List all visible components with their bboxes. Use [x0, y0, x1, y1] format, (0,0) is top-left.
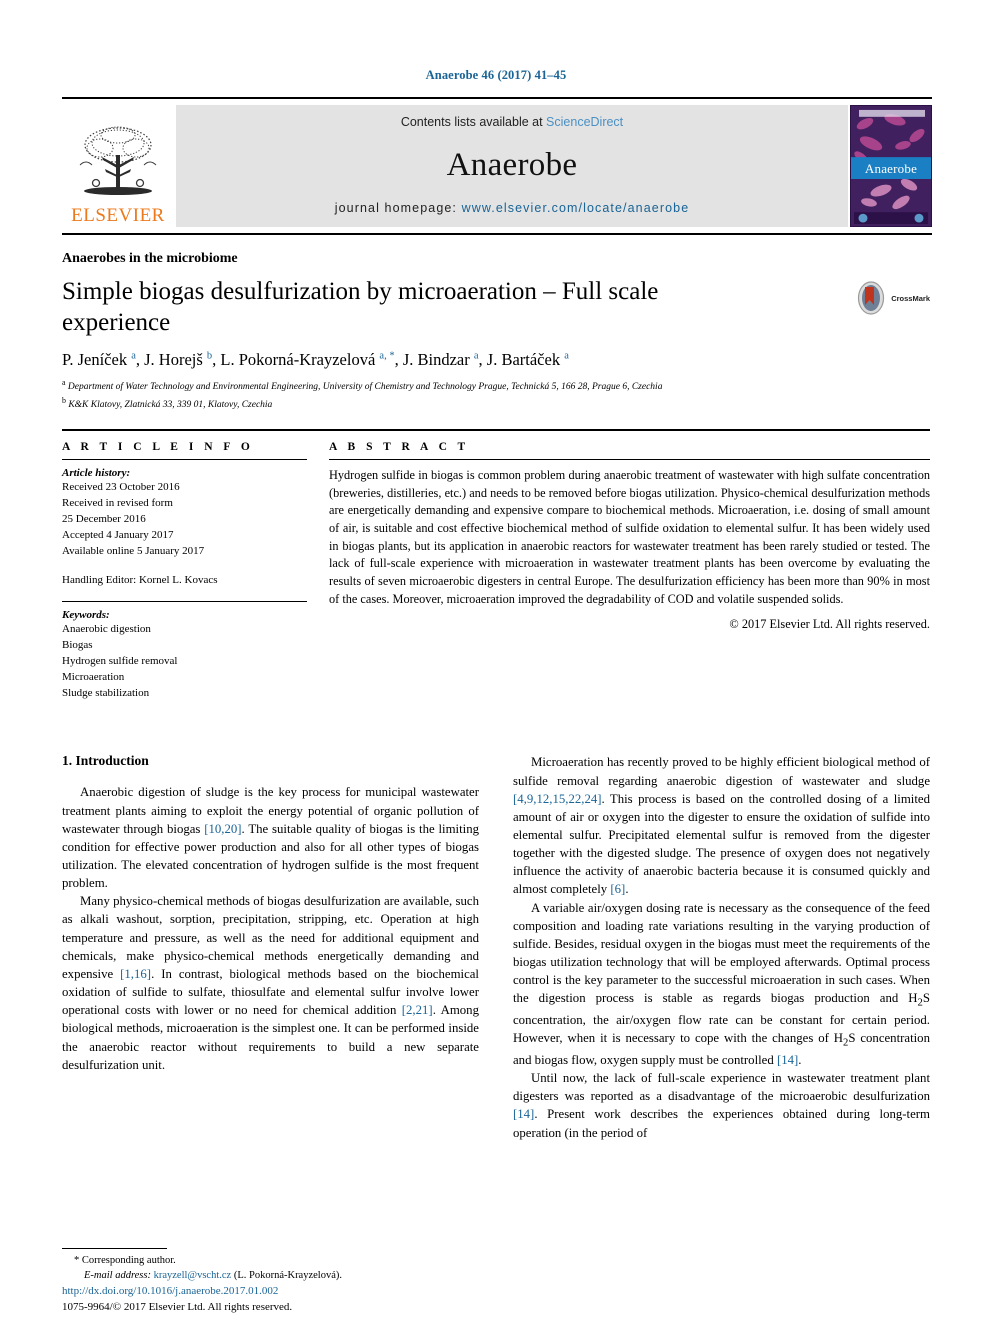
body-right-column: Microaeration has recently proved to be …: [513, 753, 930, 1141]
right-column-paragraphs: Microaeration has recently proved to be …: [513, 753, 930, 1141]
running-head: Anaerobe 46 (2017) 41–45: [425, 68, 567, 82]
corresponding-author-text: Corresponding author.: [81, 1254, 176, 1266]
crossmark-icon: [858, 281, 885, 315]
body-paragraph: Anaerobic digestion of sludge is the key…: [62, 785, 480, 891]
affiliation-a-text: Department of Water Technology and Envir…: [67, 382, 663, 393]
body-paragraph: Many physico-chemical methods of biogas …: [62, 894, 479, 1072]
cover-journal-title: Anaerobe: [864, 160, 918, 176]
email-label: E-mail address:: [84, 1269, 151, 1281]
author-list: P. Jeníček a, J. Horejš b, L. Pokorná-Kr…: [62, 350, 569, 369]
elsevier-tree-icon: [79, 126, 157, 195]
elsevier-wordmark: ELSEVIER: [71, 205, 165, 226]
body-columns: 1. Introduction Anaerobic digestion of s…: [62, 753, 930, 1141]
email-line: E-mail address: krayzell@vscht.cz (L. Po…: [62, 1268, 462, 1283]
keyword-item: Biogas: [62, 639, 93, 652]
keyword-item: Microaeration: [62, 671, 125, 684]
cover-title-band: Anaerobe: [851, 158, 931, 180]
article-history-label: Article history:: [62, 466, 131, 479]
article-history-line: 25 December 2016: [62, 512, 146, 525]
article-history-line: Received 23 October 2016: [62, 480, 180, 493]
abstract-text: Hydrogen sulfide in biogas is common pro…: [329, 467, 930, 606]
journal-title: Anaerobe: [446, 146, 578, 183]
keyword-item: Hydrogen sulfide removal: [62, 655, 178, 668]
crossmark-badge[interactable]: CrossMark: [854, 281, 930, 315]
contents-available-line: Contents lists available at ScienceDirec…: [401, 115, 623, 129]
keywords-list: Anaerobic digestion Biogas Hydrogen sulfid…: [62, 621, 307, 701]
footnote-block: * Corresponding author. E-mail address: …: [62, 1247, 462, 1283]
page-title: Simple biogas desulfurization by microae…: [62, 278, 659, 336]
journal-cover-thumbnail: Anaerobe: [850, 105, 932, 227]
article-info-rule: [62, 458, 307, 460]
article-history-line: Received in revised form: [62, 496, 173, 509]
article-section-kicker: Anaerobes in the microbiome: [62, 251, 238, 266]
issn-copyright-line: 1075-9964/© 2017 Elsevier Ltd. All right…: [62, 1301, 293, 1313]
email-link[interactable]: krayzell@vscht.cz: [154, 1270, 232, 1281]
article-history-list: Received 23 October 2016 Received in revi…: [62, 479, 307, 559]
corresponding-marker: *: [74, 1254, 80, 1266]
article-info-column: A R T I C L E I N F O Article history: R…: [62, 441, 307, 702]
doi-link[interactable]: http://dx.doi.org/10.1016/j.anaerobe.201…: [62, 1285, 482, 1297]
article-info-heading: A R T I C L E I N F O: [62, 440, 254, 453]
corresponding-author-line: * Corresponding author.: [62, 1253, 462, 1268]
journal-homepage-link[interactable]: www.elsevier.com/locate/anaerobe: [462, 201, 690, 215]
handling-editor: Handling Editor: Kornel L. Kovacs: [62, 574, 218, 587]
body-paragraph: Until now, the lack of full-scale experi…: [513, 1071, 930, 1140]
paper-page: Anaerobe 46 (2017) 41–45 ELSEVIER Conten…: [0, 0, 992, 1323]
abstract-rule: [329, 458, 930, 460]
affiliation-b: b K&K Klatovy, Zlatnická 33, 339 01, Kla…: [62, 395, 273, 411]
body-left-column: 1. Introduction Anaerobic digestion of s…: [62, 753, 479, 1141]
body-paragraph: Microaeration has recently proved to be …: [513, 755, 930, 897]
keywords-label: Keywords:: [62, 609, 110, 622]
journal-banner: Contents lists available at ScienceDirec…: [176, 105, 848, 227]
keyword-item: Sludge stabilization: [62, 687, 150, 700]
elsevier-logo: ELSEVIER: [62, 105, 174, 227]
keyword-item: Anaerobic digestion: [62, 623, 151, 636]
abstract-heading: A B S T R A C T: [329, 440, 470, 453]
sciencedirect-link[interactable]: ScienceDirect: [546, 115, 623, 129]
footnote-divider: [62, 1247, 167, 1249]
crossmark-label: CrossMark: [891, 293, 930, 303]
affiliations: a Department of Water Technology and Env…: [62, 377, 930, 413]
body-paragraph: A variable air/oxygen dosing rate is nec…: [513, 900, 930, 1067]
email-owner: (L. Pokorná-Krayzelová).: [233, 1269, 342, 1281]
abstract-copyright: © 2017 Elsevier Ltd. All rights reserved…: [729, 617, 930, 632]
info-abstract-block: A R T I C L E I N F O Article history: R…: [62, 428, 930, 702]
section-title-introduction: 1. Introduction: [62, 753, 149, 769]
homepage-prefix-text: journal homepage:: [334, 201, 462, 215]
affiliation-a: a Department of Water Technology and Env…: [62, 378, 663, 393]
journal-header-band: ELSEVIER Contents lists available at Sci…: [62, 97, 932, 235]
article-history-line: Available online 5 January 2017: [62, 545, 205, 558]
journal-homepage-line: journal homepage: www.elsevier.com/locat…: [335, 201, 690, 215]
article-history-line: Accepted 4 January 2017: [62, 528, 174, 541]
left-column-paragraphs: Anaerobic digestion of sludge is the key…: [62, 783, 479, 1074]
contents-prefix-text: Contents lists available at: [400, 115, 547, 129]
keywords-rule: [62, 601, 307, 603]
doi-block: http://dx.doi.org/10.1016/j.anaerobe.201…: [62, 1285, 482, 1315]
affiliation-b-text: K&K Klatovy, Zlatnická 33, 339 01, Klato…: [68, 400, 273, 411]
title-row: Simple biogas desulfurization by microae…: [62, 277, 930, 338]
abstract-column: A B S T R A C T Hydrogen sulfide in biog…: [329, 441, 930, 702]
